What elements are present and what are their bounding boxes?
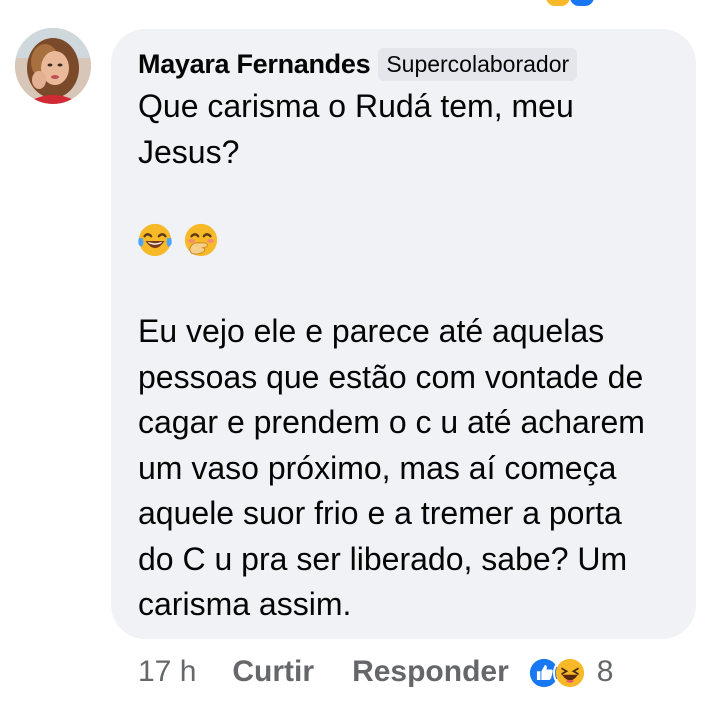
comment-actions: 17 h Curtir Responder 8 (138, 652, 613, 692)
reaction-count[interactable]: 8 (597, 655, 614, 689)
author-badge: Supercolaborador (378, 47, 578, 81)
comment-timestamp[interactable]: 17 h (138, 655, 196, 689)
comment-emojis (136, 221, 220, 261)
haha-reaction-icon (546, 0, 570, 6)
previous-comment-reactions (540, 0, 610, 6)
avatar[interactable] (15, 28, 91, 104)
like-button[interactable]: Curtir (232, 655, 314, 689)
profile-photo (15, 28, 91, 104)
like-reaction-icon (570, 0, 594, 6)
face-with-hand-over-mouth-icon (184, 223, 218, 257)
comment-text-paragraph-1: Que carisma o Rudá tem, meu Jesus? (138, 88, 574, 170)
reply-button[interactable]: Responder (352, 655, 509, 689)
reaction-summary[interactable] (526, 654, 591, 690)
comment-header: Mayara Fernandes Supercolaborador (138, 46, 578, 82)
haha-reaction-icon (552, 656, 587, 690)
comment-text-paragraph-2: Eu vejo ele e parece até aquelas pessoas… (138, 313, 645, 622)
author-name[interactable]: Mayara Fernandes (138, 49, 371, 80)
face-with-tears-of-joy-icon (138, 223, 172, 257)
